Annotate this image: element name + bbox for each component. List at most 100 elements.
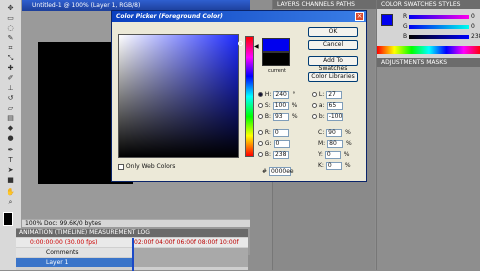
- green-slider[interactable]: [409, 25, 469, 29]
- foreground-color-swatch[interactable]: [3, 212, 13, 226]
- cyan-label: C:: [318, 129, 325, 136]
- brightness-row: B: 93 %: [258, 112, 298, 121]
- hue-radio[interactable]: [258, 92, 263, 97]
- saturation-radio[interactable]: [258, 103, 263, 108]
- brightness-label: B:: [264, 113, 272, 120]
- green-row: G: 0: [258, 139, 290, 148]
- lab-l-row: L: 27: [312, 90, 343, 99]
- color-ramp[interactable]: [377, 46, 480, 54]
- lab-l-radio[interactable]: [312, 92, 317, 97]
- blue-radio[interactable]: [258, 152, 263, 157]
- cancel-button[interactable]: Cancel: [308, 40, 358, 50]
- lasso-tool-icon[interactable]: ◌: [4, 24, 17, 32]
- brightness-radio[interactable]: [258, 114, 263, 119]
- lab-a-input[interactable]: 65: [326, 101, 343, 110]
- brightness-input[interactable]: 93: [272, 112, 289, 121]
- color-b-value: 238: [471, 33, 480, 40]
- color-picker-dialog: Color Picker (Foreground Color) × ◀ curr…: [111, 10, 367, 182]
- marquee-tool-icon[interactable]: ▭: [4, 14, 17, 22]
- magenta-input[interactable]: 80: [327, 139, 344, 148]
- brightness-unit: %: [291, 113, 298, 120]
- magenta-row: M: 80 %: [318, 139, 352, 148]
- fg-color-chip[interactable]: [381, 14, 393, 26]
- green-input[interactable]: 0: [273, 139, 290, 148]
- eraser-tool-icon[interactable]: ▱: [4, 104, 17, 112]
- dodge-tool-icon[interactable]: ●: [4, 134, 17, 142]
- track-area[interactable]: [134, 248, 248, 267]
- dialog-title: Color Picker (Foreground Color): [112, 11, 366, 22]
- yellow-input[interactable]: 0: [324, 150, 341, 159]
- lab-l-input[interactable]: 27: [326, 90, 343, 99]
- shape-tool-icon[interactable]: ■: [4, 176, 17, 184]
- black-input[interactable]: 0: [325, 161, 342, 170]
- playhead[interactable]: [132, 238, 134, 271]
- cyan-row: C: 90 %: [318, 128, 351, 137]
- lab-b-label: b:: [318, 113, 325, 120]
- yellow-label: Y:: [318, 151, 323, 158]
- magenta-label: M:: [318, 140, 326, 147]
- add-to-swatches-button[interactable]: Add To Swatches: [308, 56, 358, 72]
- hue-slider-arrow-icon[interactable]: ◀: [254, 43, 259, 50]
- yellow-row: Y: 0 %: [318, 150, 349, 159]
- eyedropper-tool-icon[interactable]: ⤡: [4, 54, 17, 62]
- green-radio[interactable]: [258, 141, 263, 146]
- path-select-tool-icon[interactable]: ➤: [4, 166, 17, 174]
- quick-select-tool-icon[interactable]: ✎: [4, 34, 17, 42]
- color-panel: COLOR SWATCHES STYLES R 0 G 0 B 238: [376, 0, 480, 58]
- close-icon[interactable]: ×: [355, 12, 364, 21]
- animation-tabs[interactable]: ANIMATION (TIMELINE) MEASUREMENT LOG: [16, 229, 248, 237]
- move-tool-icon[interactable]: ✥: [4, 4, 17, 12]
- gradient-tool-icon[interactable]: ▤: [4, 114, 17, 122]
- adjustments-tabs[interactable]: ADJUSTMENTS MASKS: [377, 58, 480, 67]
- saturation-label: S:: [264, 102, 271, 109]
- only-web-colors[interactable]: Only Web Colors: [118, 162, 175, 171]
- blue-slider[interactable]: [409, 35, 469, 39]
- lab-a-row: a: 65: [312, 101, 343, 110]
- red-radio[interactable]: [258, 130, 263, 135]
- hand-tool-icon[interactable]: ✋: [4, 188, 17, 196]
- hex-input[interactable]: 0000ee: [268, 167, 294, 176]
- color-r-label: R: [403, 13, 408, 20]
- color-tabs[interactable]: COLOR SWATCHES STYLES: [377, 0, 480, 9]
- saturation-input[interactable]: 100: [272, 101, 289, 110]
- lab-b-row: b: -100: [312, 112, 343, 121]
- lab-b-radio[interactable]: [312, 114, 317, 119]
- timeline-ruler[interactable]: 02:00f 04:00f 06:00f 08:00f 10:00f: [134, 238, 248, 247]
- color-field-marker[interactable]: [238, 41, 243, 46]
- only-web-colors-checkbox[interactable]: [118, 163, 124, 170]
- red-input[interactable]: 0: [272, 128, 289, 137]
- color-libraries-button[interactable]: Color Libraries: [308, 72, 358, 82]
- ok-button[interactable]: OK: [308, 27, 358, 37]
- lab-b-input[interactable]: -100: [326, 112, 343, 121]
- history-brush-tool-icon[interactable]: ↺: [4, 94, 17, 102]
- layers-tabs[interactable]: LAYERS CHANNELS PATHS: [273, 0, 376, 9]
- stamp-tool-icon[interactable]: ⊥: [4, 84, 17, 92]
- hex-label: #: [262, 168, 268, 175]
- pen-tool-icon[interactable]: ✒: [4, 146, 17, 154]
- status-text: 100% Doc: 99.6K/0 bytes: [25, 220, 102, 227]
- blue-label: B:: [264, 151, 272, 158]
- yellow-unit: %: [343, 151, 350, 158]
- hue-unit: °: [292, 91, 296, 98]
- color-field[interactable]: [118, 34, 243, 158]
- type-tool-icon[interactable]: T: [4, 156, 17, 164]
- lab-l-label: L:: [318, 91, 325, 98]
- healing-tool-icon[interactable]: ✚: [4, 64, 17, 72]
- hue-label: H:: [264, 91, 272, 98]
- status-bar: 100% Doc: 99.6K/0 bytes: [22, 219, 250, 227]
- cyan-unit: %: [345, 129, 351, 136]
- blue-row: B: 238: [258, 150, 289, 159]
- current-color-swatch[interactable]: [262, 52, 290, 66]
- magenta-unit: %: [346, 140, 352, 147]
- saturation-unit: %: [291, 102, 298, 109]
- cyan-input[interactable]: 90: [326, 128, 343, 137]
- brush-tool-icon[interactable]: ✐: [4, 74, 17, 82]
- zoom-tool-icon[interactable]: ⌕: [4, 198, 17, 206]
- blur-tool-icon[interactable]: ◆: [4, 124, 17, 132]
- lab-a-radio[interactable]: [312, 103, 317, 108]
- red-slider[interactable]: [409, 15, 469, 19]
- crop-tool-icon[interactable]: ⌗: [4, 44, 17, 52]
- hue-slider[interactable]: [245, 36, 254, 157]
- blue-input[interactable]: 238: [272, 150, 289, 159]
- hue-input[interactable]: 240: [273, 90, 290, 99]
